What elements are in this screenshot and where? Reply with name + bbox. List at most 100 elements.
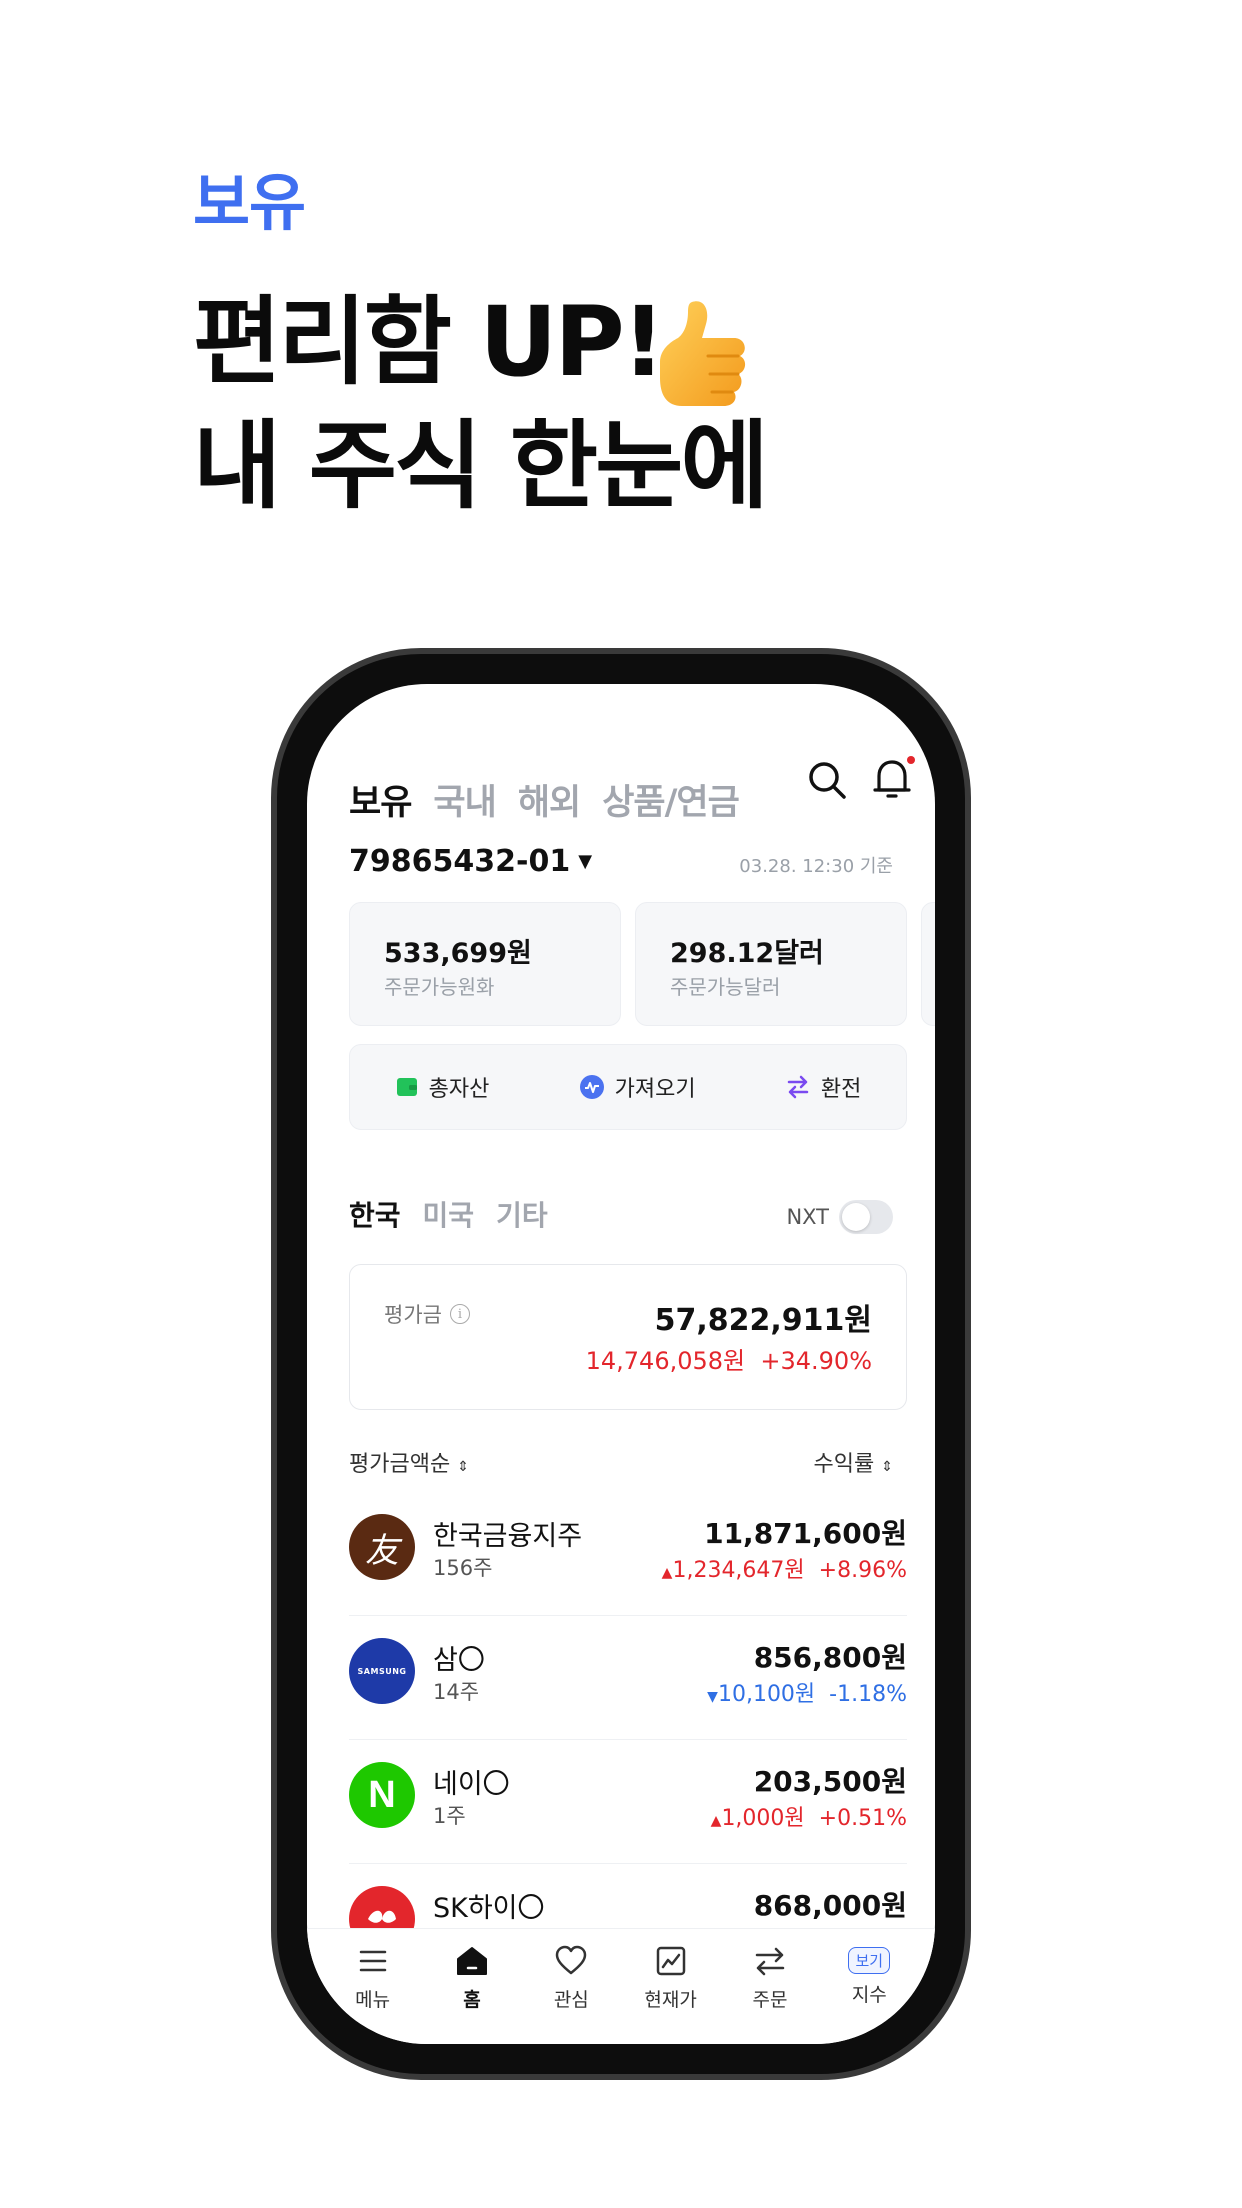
thumbs-up-icon [660,301,746,406]
nav-home-label: 홈 [463,1989,481,2011]
bell-icon[interactable] [865,752,919,806]
nav-menu-label: 메뉴 [355,1989,391,2011]
sort-by-value[interactable]: 평가금액순 ⇕ [349,1446,469,1478]
timestamp: 03.28. 12:30 기준 [739,856,893,877]
down-triangle-icon: ▼ [707,1689,718,1705]
stock-quantity: 14주 [433,1680,480,1704]
wallet-icon [396,1078,417,1096]
toggle-knob [842,1203,870,1231]
phone-screen: 보유 국내 해외 상품/연금 79865432-01 ▼ 03.28. 12:30… [307,684,935,2044]
stock-quantity: 1주 [433,1804,466,1828]
stock-change-rate: +8.96% [818,1558,907,1583]
krw-balance-label: 주문가능원화 [384,975,495,999]
nav-current-price[interactable]: 현재가 [631,1943,711,2044]
nxt-toggle[interactable] [839,1200,893,1234]
sort-by-return-label: 수익률 [813,1452,875,1477]
evaluation-summary: 평가금 i 57,822,911원 14,746,058원 +34.90% [349,1264,907,1410]
nav-watchlist-label: 관심 [553,1989,589,2011]
evaluation-label-group: 평가금 i [384,1299,470,1329]
stock-change-rate: -1.18% [829,1682,907,1707]
stock-change-value: 10,100원 [717,1682,816,1707]
holding-row[interactable]: N 네이〇 1주 203,500원 ▲1,000원 +0.51% [349,1740,907,1864]
stock-change: ▲1,234,647원 +8.96% [662,1552,907,1584]
nxt-label: NXT [786,1205,829,1229]
chart-icon [656,1946,685,1976]
stock-name: 네이〇 [433,1769,510,1800]
krw-balance-card[interactable]: 533,699원 주문가능원화 [349,902,621,1026]
search-icon[interactable] [803,756,851,804]
tab-usa[interactable]: 미국 [423,1194,475,1234]
exchange-button[interactable]: 환전 [785,1071,861,1103]
usd-balance-card[interactable]: 298.12달러 주문가능달러 [635,902,907,1026]
stock-name: 한국금융지주 [433,1521,583,1552]
holding-row[interactable]: SAMSUNG 삼〇 14주 856,800원 ▼10,100원 -1.18% [349,1616,907,1740]
stock-amount: 856,800원 [753,1641,907,1674]
stock-amount: 868,000원 [753,1889,907,1922]
usd-balance-value: 298.12달러 [670,938,824,969]
total-assets-label: 총자산 [428,1077,490,1102]
account-selector[interactable]: 79865432-01 ▼ [349,844,592,879]
up-triangle-icon: ▲ [710,1813,722,1829]
stock-name: 삼〇 [433,1645,485,1676]
stock-logo: 友 [349,1514,415,1580]
nav-watchlist[interactable]: 관심 [531,1943,611,2044]
stock-name: SK하이〇 [433,1893,545,1924]
stock-amount: 203,500원 [753,1765,907,1798]
exchange-icon [787,1075,809,1099]
nav-order-label: 주문 [752,1989,788,2011]
caret-down-icon: ▼ [578,851,593,872]
nav-index-label: 지수 [851,1984,887,2006]
evaluation-label: 평가금 [384,1303,442,1327]
promo-title-line2: 내 주식 한눈에 [193,410,769,522]
next-card-peek[interactable] [921,902,935,1026]
stock-amount: 11,871,600원 [704,1517,907,1550]
nxt-toggle-group: NXT [786,1200,893,1234]
promo-label: 보유 [193,166,306,239]
holding-row[interactable]: 友 한국금융지주 156주 11,871,600원 ▲1,234,647원 +8… [349,1492,907,1616]
total-assets-button[interactable]: 총자산 [395,1071,490,1103]
view-badge: 보기 [848,1947,891,1974]
stock-change-rate: +0.51% [818,1806,907,1831]
stock-quantity: 156주 [433,1556,493,1580]
tab-other[interactable]: 기타 [496,1194,548,1234]
usd-balance-label: 주문가능달러 [670,975,781,999]
tab-overseas[interactable]: 해외 [518,774,581,825]
quick-actions: 총자산 가져오기 환전 [349,1044,907,1130]
tab-korea[interactable]: 한국 [349,1194,401,1234]
tab-domestic[interactable]: 국내 [433,774,496,825]
menu-icon [359,1950,386,1972]
import-button[interactable]: 가져오기 [579,1071,696,1103]
stock-change-value: 1,234,647원 [672,1558,805,1583]
phone-frame: 보유 국내 해외 상품/연금 79865432-01 ▼ 03.28. 12:30… [271,648,971,2080]
import-label: 가져오기 [614,1077,696,1102]
nav-current-price-label: 현재가 [644,1989,697,2011]
market-tabs: 한국 미국 기타 [349,1194,548,1234]
stock-change: ▲1,000원 +0.51% [711,1800,907,1832]
home-icon [456,1947,487,1975]
nav-order[interactable]: 주문 [730,1943,810,2044]
nav-home[interactable]: 홈 [432,1943,512,2044]
sort-icon: ⇕ [457,1459,469,1475]
transfer-icon [755,1947,785,1976]
nav-index[interactable]: 보기 지수 [829,1943,909,2044]
stock-logo: SAMSUNG [349,1638,415,1704]
nav-menu[interactable]: 메뉴 [333,1943,413,2044]
account-number: 79865432-01 [349,844,571,879]
krw-balance-value: 533,699원 [384,938,532,969]
stock-change: ▼10,100원 -1.18% [707,1676,907,1708]
evaluation-value: 57,822,911원 [654,1303,872,1338]
up-triangle-icon: ▲ [661,1565,673,1581]
top-tabs: 보유 국내 해외 상품/연금 [349,774,740,825]
evaluation-change: 14,746,058원 +34.90% [586,1341,872,1376]
tab-holdings[interactable]: 보유 [349,774,412,825]
sort-icon: ⇕ [881,1459,893,1475]
sort-by-value-label: 평가금액순 [349,1452,451,1477]
tab-products-pension[interactable]: 상품/연금 [602,774,740,825]
evaluation-profit: 14,746,058원 [585,1347,746,1375]
info-icon[interactable]: i [449,1304,470,1324]
sort-by-return[interactable]: 수익률 ⇕ [814,1446,893,1478]
stock-logo: N [349,1762,415,1828]
import-icon [579,1075,604,1099]
evaluation-rate: +34.90% [760,1347,872,1375]
heart-icon [556,1945,587,1975]
